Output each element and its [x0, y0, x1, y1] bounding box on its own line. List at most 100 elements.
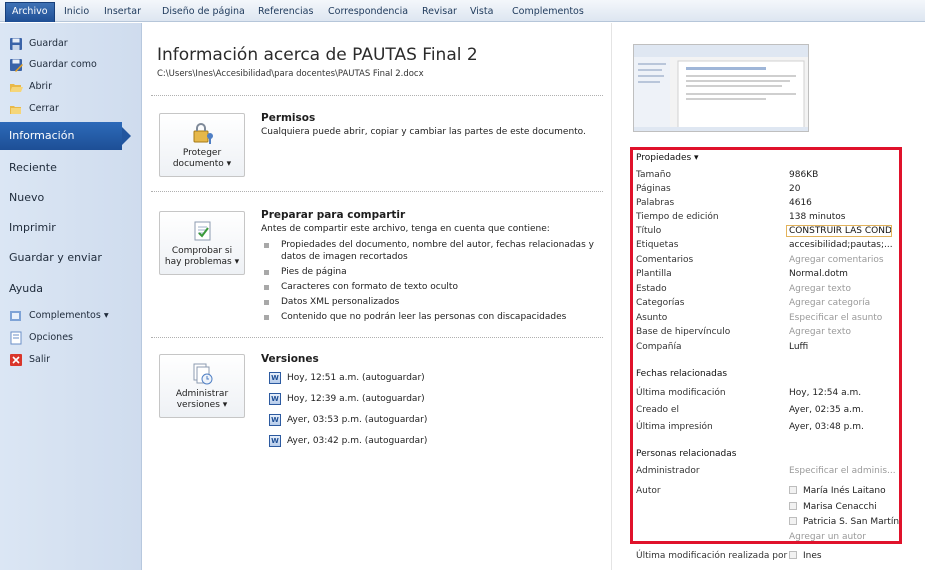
word-doc-icon: W	[269, 372, 281, 384]
prop-label: Tiempo de edición	[636, 212, 719, 222]
author-item[interactable]: Patricia S. San Martín	[789, 517, 899, 527]
prop-label: Plantilla	[636, 269, 672, 279]
manager-field[interactable]: Especificar el adminis...	[789, 466, 896, 476]
prop-label: Estado	[636, 284, 667, 294]
category-field[interactable]: Agregar categoría	[789, 298, 870, 308]
prop-value: Ayer, 02:35 a.m.	[789, 405, 864, 415]
list-item: Caracteres con formato de texto oculto	[261, 281, 601, 293]
author-item[interactable]: Marisa Cenacchi	[789, 502, 877, 512]
list-item: Datos XML personalizados	[261, 296, 601, 308]
nav-salir[interactable]: Salir	[9, 351, 50, 369]
nav-cerrar[interactable]: Cerrar	[9, 100, 59, 118]
nav-imprimir[interactable]: Imprimir	[9, 218, 56, 238]
comments-field[interactable]: Agregar comentarios	[789, 255, 884, 265]
open-folder-icon	[9, 80, 23, 94]
author-checkbox[interactable]	[789, 517, 797, 525]
prop-value: Hoy, 12:54 a.m.	[789, 388, 862, 398]
preparar-text: Antes de compartir este archivo, tenga e…	[261, 224, 550, 234]
word-doc-icon: W	[269, 414, 281, 426]
subject-field[interactable]: Especificar el asunto	[789, 313, 882, 323]
nav-nuevo[interactable]: Nuevo	[9, 188, 44, 208]
exit-icon	[9, 353, 23, 367]
prop-label: Categorías	[636, 298, 685, 308]
prop-label: Tamaño	[636, 170, 672, 180]
title-field[interactable]: CONSTRUIR LAS CONDI	[786, 225, 892, 237]
tab-revisar[interactable]: Revisar	[416, 3, 463, 22]
author-item[interactable]: María Inés Laitano	[789, 486, 886, 496]
tab-inicio[interactable]: Inicio	[58, 3, 95, 22]
last-modified-by[interactable]: Ines	[789, 551, 822, 561]
prop-value: 4616	[789, 198, 812, 208]
tags-field[interactable]: accesibilidad;pautas;...	[789, 240, 893, 250]
manage-versions-button[interactable]: Administrar versiones ▾	[159, 354, 245, 418]
ribbon-tabs: Archivo Inicio Insertar Diseño de página…	[0, 0, 925, 22]
nav-guardar[interactable]: Guardar	[9, 35, 68, 53]
nav-complementos[interactable]: Complementos ▾	[9, 307, 109, 325]
prop-label: Compañía	[636, 342, 682, 352]
prop-value: 138 minutos	[789, 212, 846, 222]
prop-value: Ayer, 03:48 p.m.	[789, 422, 864, 432]
lock-key-icon	[191, 121, 215, 145]
nav-guardar-como[interactable]: Guardar como	[9, 56, 97, 74]
properties-dropdown[interactable]: Propiedades ▾	[636, 153, 699, 163]
list-item: Pies de página	[261, 266, 601, 278]
permisos-title: Permisos	[261, 112, 316, 124]
versiones-title: Versiones	[261, 353, 319, 365]
word-doc-icon: W	[269, 435, 281, 447]
tab-vista[interactable]: Vista	[464, 3, 499, 22]
tab-diseno-pagina[interactable]: Diseño de página	[156, 3, 251, 22]
version-item[interactable]: W Ayer, 03:42 p.m. (autoguardar)	[269, 434, 427, 448]
word-doc-icon: W	[269, 393, 281, 405]
people-section-title: Personas relacionadas	[636, 449, 737, 459]
inspect-document-icon	[191, 219, 215, 243]
hyperlink-base-field[interactable]: Agregar texto	[789, 327, 851, 337]
nav-opciones[interactable]: Opciones	[9, 329, 73, 347]
prop-label: Autor	[636, 486, 661, 496]
prop-label: Etiquetas	[636, 240, 679, 250]
nav-informacion[interactable]: Información	[0, 122, 131, 150]
nav-guardar-enviar[interactable]: Guardar y enviar	[9, 248, 102, 268]
addins-icon	[9, 309, 23, 323]
prop-value: 20	[789, 184, 801, 194]
divider	[151, 191, 603, 192]
author-checkbox[interactable]	[789, 502, 797, 510]
tab-complementos[interactable]: Complementos	[506, 3, 590, 22]
versions-icon	[191, 362, 215, 386]
dates-section-title: Fechas relacionadas	[636, 369, 728, 379]
prop-label: Palabras	[636, 198, 675, 208]
author-checkbox[interactable]	[789, 486, 797, 494]
close-folder-icon	[9, 102, 23, 116]
version-item[interactable]: W Ayer, 03:53 p.m. (autoguardar)	[269, 413, 427, 427]
version-item[interactable]: W Hoy, 12:39 a.m. (autoguardar)	[269, 392, 425, 406]
add-author-link[interactable]: Agregar un autor	[789, 532, 866, 542]
check-issues-button[interactable]: Comprobar si hay problemas ▾	[159, 211, 245, 275]
person-checkbox[interactable]	[789, 551, 797, 559]
status-field[interactable]: Agregar texto	[789, 284, 851, 294]
preparar-title: Preparar para compartir	[261, 209, 406, 221]
save-icon	[9, 37, 23, 51]
list-item: Propiedades del documento, nombre del au…	[261, 239, 601, 263]
tab-correspondencia[interactable]: Correspondencia	[322, 3, 414, 22]
prop-label: Última modificación	[636, 388, 726, 398]
tab-referencias[interactable]: Referencias	[252, 3, 319, 22]
nav-ayuda[interactable]: Ayuda	[9, 279, 43, 299]
page-title: Información acerca de PAUTAS Final 2	[157, 45, 478, 65]
version-item[interactable]: W Hoy, 12:51 a.m. (autoguardar)	[269, 371, 425, 385]
prop-label: Administrador	[636, 466, 700, 476]
nav-reciente[interactable]: Reciente	[9, 158, 57, 178]
prop-label: Base de hipervínculo	[636, 327, 731, 337]
tab-archivo[interactable]: Archivo	[5, 2, 55, 22]
prop-value: Normal.dotm	[789, 269, 848, 279]
save-as-icon	[9, 58, 23, 72]
prop-label: Título	[636, 226, 662, 236]
document-path: C:\Users\Ines\Accesibilidad\para docente…	[157, 69, 424, 79]
prop-label: Comentarios	[636, 255, 694, 265]
document-thumbnail[interactable]	[633, 44, 809, 132]
tab-insertar[interactable]: Insertar	[98, 3, 147, 22]
options-icon	[9, 331, 23, 345]
content-list: Propiedades del documento, nombre del au…	[261, 239, 601, 326]
protect-document-button[interactable]: Proteger documento ▾	[159, 113, 245, 177]
nav-abrir[interactable]: Abrir	[9, 78, 52, 96]
company-field[interactable]: Luffi	[789, 342, 808, 352]
prop-label: Creado el	[636, 405, 679, 415]
